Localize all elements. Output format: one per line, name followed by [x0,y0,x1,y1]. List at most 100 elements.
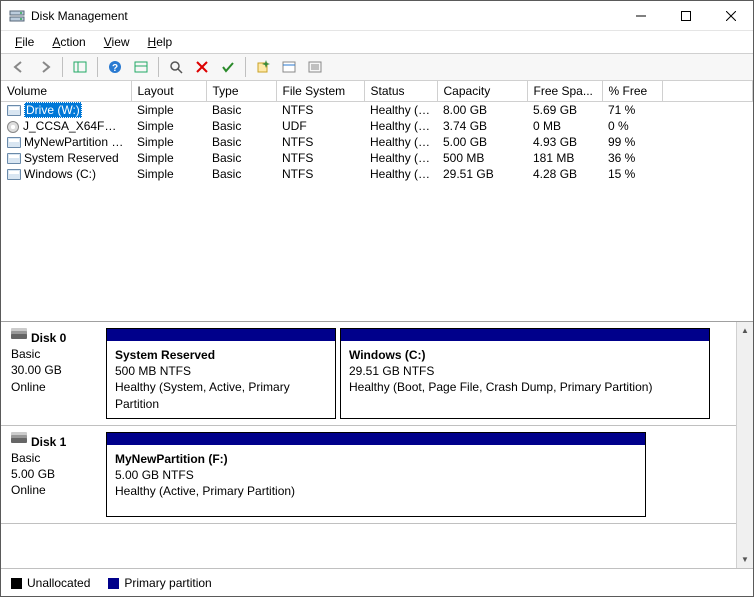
volume-capacity: 8.00 GB [437,102,527,119]
col-status[interactable]: Status [364,81,437,102]
volume-type: Basic [206,166,276,182]
partition-status: Healthy (System, Active, Primary Partiti… [115,379,327,411]
legend: Unallocated Primary partition [1,568,753,596]
col-layout[interactable]: Layout [131,81,206,102]
drive-icon [7,153,21,164]
help-button[interactable]: ? [103,56,127,78]
minimize-button[interactable] [618,1,663,30]
menu-file[interactable]: File [7,33,42,51]
volume-free: 4.93 GB [527,134,602,150]
partition-bar [341,329,709,341]
drive-icon [7,169,21,180]
partition[interactable]: System Reserved500 MB NTFSHealthy (Syste… [106,328,336,419]
column-header-row[interactable]: Volume Layout Type File System Status Ca… [1,81,753,102]
disk-header[interactable]: Disk 1Basic5.00 GBOnline [1,426,106,523]
window-title: Disk Management [31,9,618,23]
disk-icon [11,334,27,339]
col-volume[interactable]: Volume [1,81,131,102]
back-button[interactable] [7,56,31,78]
volume-row[interactable]: System ReservedSimpleBasicNTFSHealthy (S… [1,150,753,166]
maximize-button[interactable] [663,1,708,30]
col-type[interactable]: Type [206,81,276,102]
show-hide-tree-button[interactable] [68,56,92,78]
volume-fs: NTFS [276,166,364,182]
disk-state: Online [11,379,96,395]
volume-type: Basic [206,102,276,119]
volume-fs: NTFS [276,134,364,150]
delete-button[interactable] [190,56,214,78]
forward-button[interactable] [33,56,57,78]
disk-name: Disk 0 [31,331,66,345]
disk-row[interactable]: Disk 0Basic30.00 GBOnlineSystem Reserved… [1,322,736,426]
volume-pct: 15 % [602,166,662,182]
volume-pct: 36 % [602,150,662,166]
partition-info: 29.51 GB NTFS [349,363,701,379]
disk-size: 5.00 GB [11,466,96,482]
volume-row[interactable]: J_CCSA_X64FRE_E...SimpleBasicUDFHealthy … [1,118,753,134]
partition-info: 5.00 GB NTFS [115,467,637,483]
volume-row[interactable]: Drive (W:)SimpleBasicNTFSHealthy (A...8.… [1,102,753,119]
partition-status: Healthy (Active, Primary Partition) [115,483,637,499]
legend-unallocated: Unallocated [11,576,90,590]
col-spacer [662,81,753,102]
volume-layout: Simple [131,102,206,119]
disk-header[interactable]: Disk 0Basic30.00 GBOnline [1,322,106,425]
titlebar: Disk Management [1,1,753,31]
vertical-scrollbar[interactable]: ▲ ▼ [736,322,753,568]
menubar: File Action View Help [1,31,753,53]
svg-text:?: ? [112,63,118,74]
disk-row[interactable]: Disk 1Basic5.00 GBOnlineMyNewPartition (… [1,426,736,524]
volume-row[interactable]: Windows (C:)SimpleBasicNTFSHealthy (B...… [1,166,753,182]
volume-name: J_CCSA_X64FRE_E... [23,119,131,133]
volume-free: 4.28 GB [527,166,602,182]
volume-fs: NTFS [276,102,364,119]
drive-icon [7,137,21,148]
volume-layout: Simple [131,166,206,182]
partition[interactable]: Windows (C:)29.51 GB NTFSHealthy (Boot, … [340,328,710,419]
volume-status: Healthy (A... [364,102,437,119]
scroll-track[interactable] [737,339,753,551]
volume-fs: UDF [276,118,364,134]
menu-action[interactable]: Action [44,33,93,51]
partition-name: MyNewPartition (F:) [115,451,637,467]
find-button[interactable] [164,56,188,78]
volume-status: Healthy (A... [364,134,437,150]
cd-icon [7,121,19,133]
scroll-up-button[interactable]: ▲ [737,322,753,339]
volume-row[interactable]: MyNewPartition (F:)SimpleBasicNTFSHealth… [1,134,753,150]
volume-capacity: 5.00 GB [437,134,527,150]
ok-button[interactable] [216,56,240,78]
volume-type: Basic [206,118,276,134]
volume-pct: 99 % [602,134,662,150]
volume-layout: Simple [131,150,206,166]
toolbar: ? [1,53,753,81]
new-button[interactable] [251,56,275,78]
volume-name: System Reserved [24,151,119,165]
close-button[interactable] [708,1,753,30]
col-pctfree[interactable]: % Free [602,81,662,102]
menu-view[interactable]: View [96,33,138,51]
col-filesystem[interactable]: File System [276,81,364,102]
menu-help[interactable]: Help [140,33,181,51]
partition[interactable]: MyNewPartition (F:)5.00 GB NTFSHealthy (… [106,432,646,517]
volume-layout: Simple [131,118,206,134]
volume-type: Basic [206,150,276,166]
settings-button[interactable] [129,56,153,78]
volume-list[interactable]: Volume Layout Type File System Status Ca… [1,81,753,321]
legend-primary: Primary partition [108,576,211,590]
volume-capacity: 500 MB [437,150,527,166]
scroll-down-button[interactable]: ▼ [737,551,753,568]
col-capacity[interactable]: Capacity [437,81,527,102]
partition-name: System Reserved [115,347,327,363]
volume-status: Healthy (S... [364,150,437,166]
disk-name: Disk 1 [31,435,66,449]
volume-capacity: 3.74 GB [437,118,527,134]
disk-state: Online [11,482,96,498]
col-free[interactable]: Free Spa... [527,81,602,102]
list-button[interactable] [303,56,327,78]
drive-icon [7,105,21,116]
partition-bar [107,329,335,341]
properties-button[interactable] [277,56,301,78]
disk-icon [11,438,27,443]
volume-type: Basic [206,134,276,150]
